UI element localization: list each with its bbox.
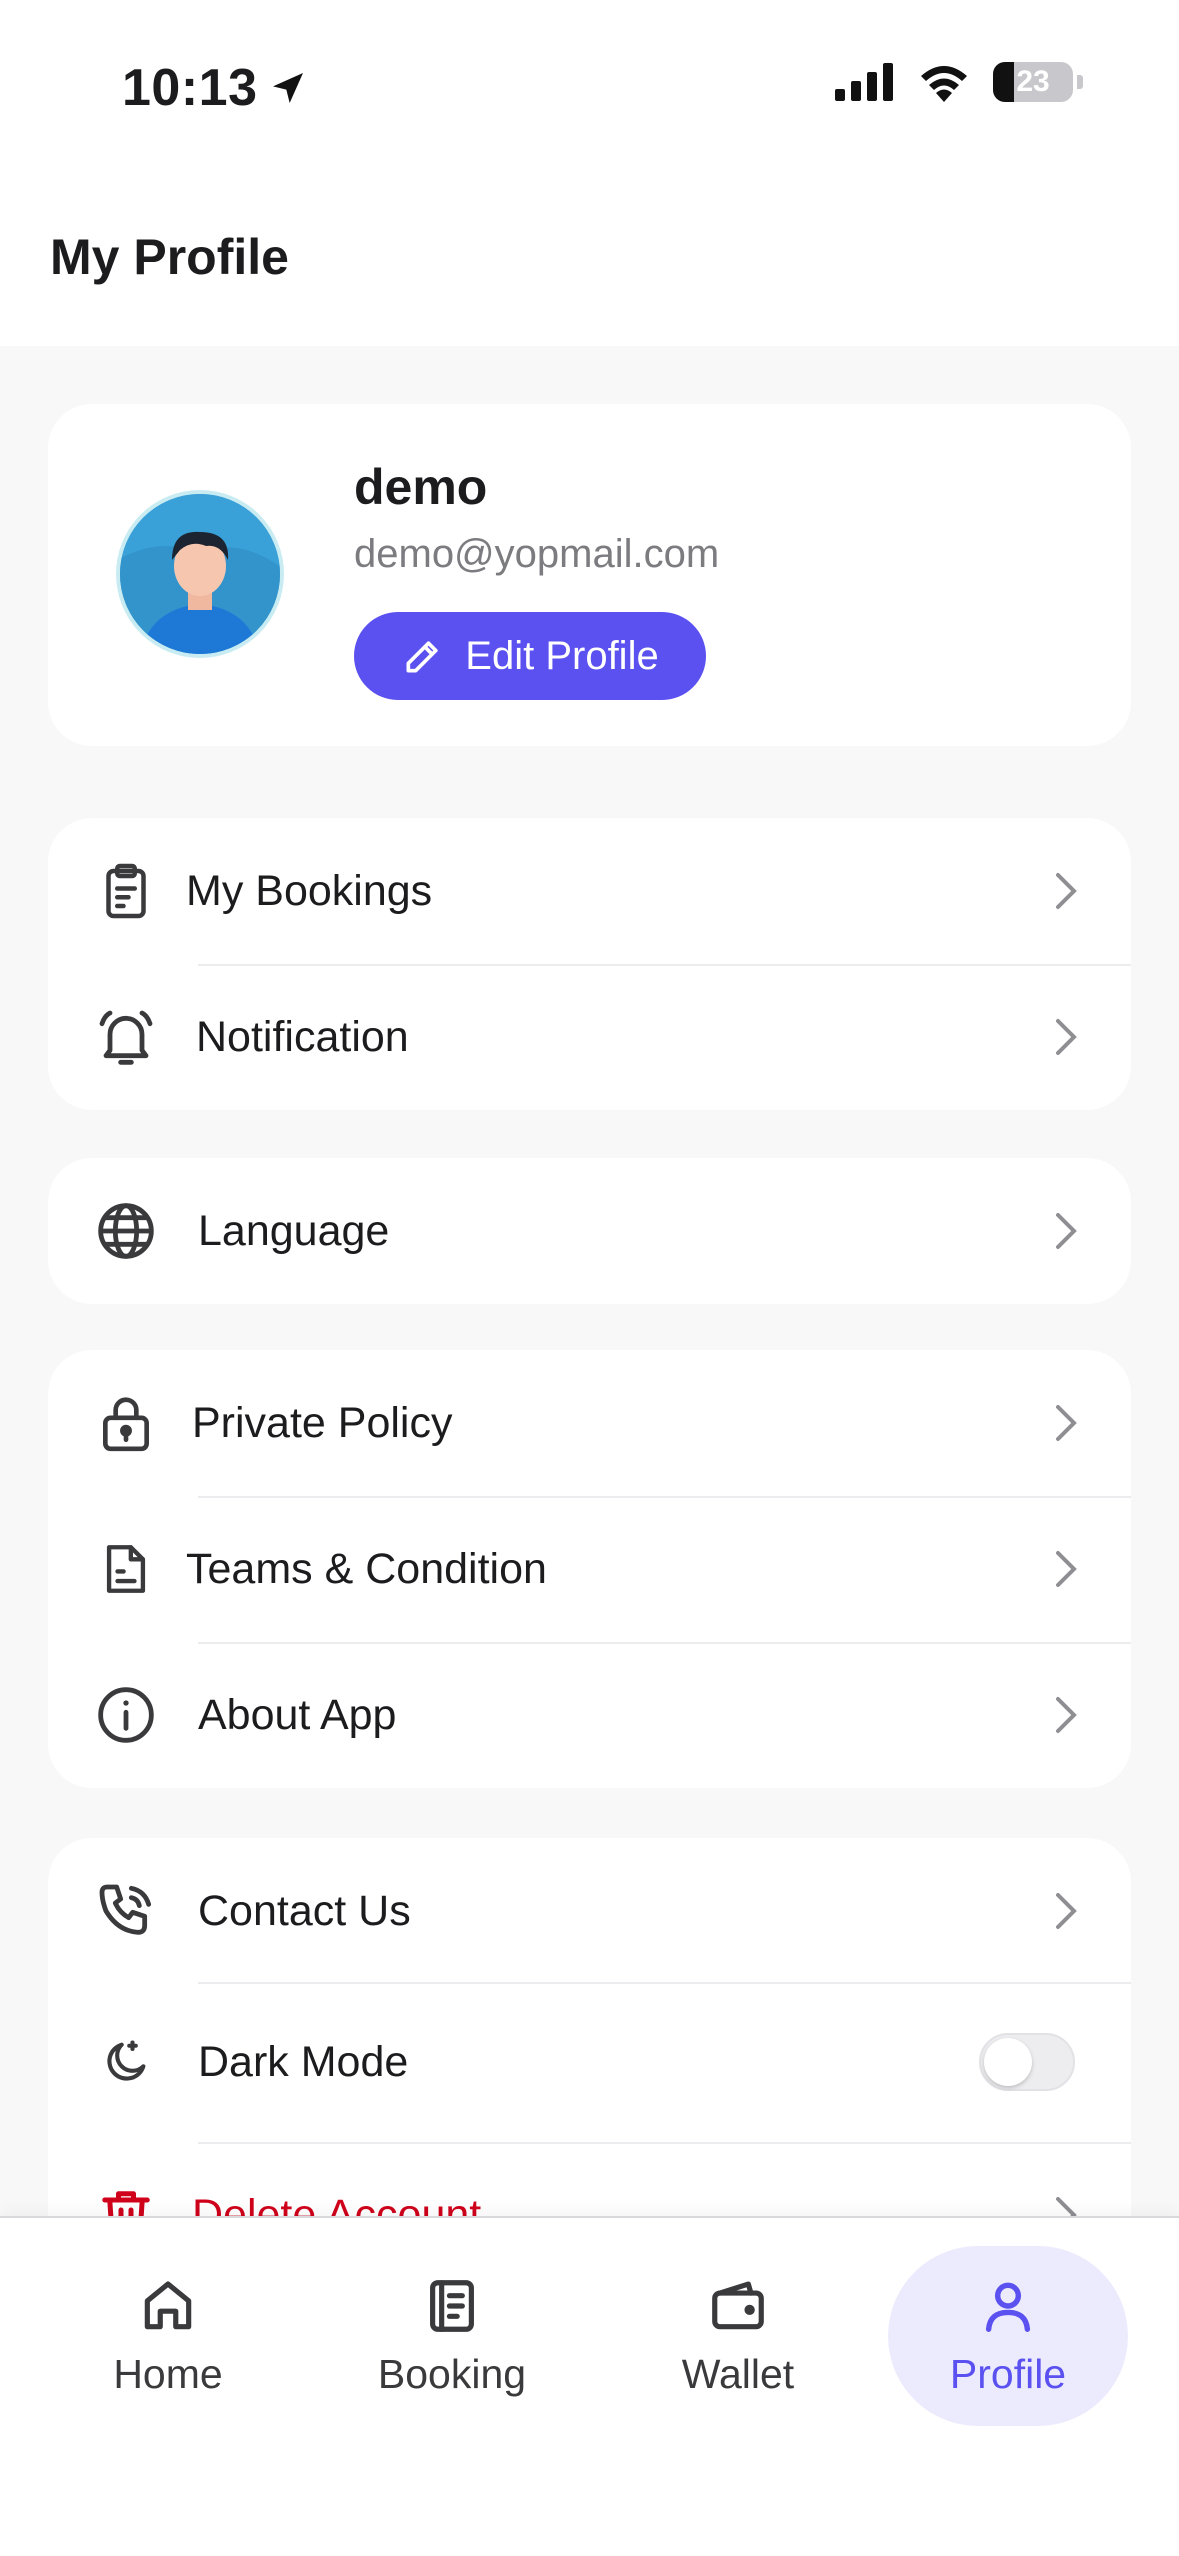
menu-label-about-app: About App — [198, 1690, 397, 1739]
edit-profile-button[interactable]: Edit Profile — [354, 612, 706, 700]
chevron-right-icon — [1056, 1551, 1077, 1587]
wifi-icon — [921, 66, 967, 102]
clipboard-icon — [90, 855, 162, 927]
top-area: 10:13 23 My Profile — [0, 0, 1179, 346]
menu-item-notification[interactable]: Notification — [48, 964, 1131, 1110]
menu-label-language: Language — [198, 1206, 390, 1255]
nav-home-label: Home — [113, 2350, 223, 2397]
chevron-right-icon — [1056, 1019, 1077, 1055]
chevron-right-icon — [1056, 1697, 1077, 1733]
menu-item-my-bookings[interactable]: My Bookings — [48, 818, 1131, 964]
chevron-right-icon — [1056, 873, 1077, 909]
nav-home[interactable]: Home — [48, 2246, 288, 2426]
battery-nub — [1077, 75, 1083, 89]
document-icon — [90, 1533, 162, 1605]
info-icon — [90, 1679, 162, 1751]
battery-indicator: 23 — [993, 62, 1073, 102]
menu-label-my-bookings: My Bookings — [186, 866, 433, 915]
lock-icon — [90, 1387, 162, 1459]
nav-profile[interactable]: Profile — [888, 2246, 1128, 2426]
toggle-knob — [984, 2038, 1032, 2086]
user-name: demo — [354, 459, 488, 515]
avatar-illustration — [120, 494, 280, 654]
menu-label-private-policy: Private Policy — [192, 1398, 453, 1447]
profile-card: demo demo@yopmail.com Edit Profile — [48, 404, 1131, 746]
dark-mode-toggle[interactable] — [979, 2033, 1075, 2091]
nav-wallet-label: Wallet — [681, 2350, 795, 2397]
phone-call-icon — [90, 1875, 162, 1947]
menu-group-language: Language — [48, 1158, 1131, 1304]
edit-profile-label: Edit Profile — [465, 633, 659, 678]
menu-item-private-policy[interactable]: Private Policy — [48, 1350, 1131, 1496]
menu-item-language[interactable]: Language — [48, 1158, 1131, 1304]
page-title: My Profile — [50, 229, 289, 285]
wallet-icon — [712, 2280, 764, 2329]
menu-item-contact-us[interactable]: Contact Us — [48, 1838, 1131, 1984]
menu-label-teams-condition: Teams & Condition — [186, 1544, 547, 1593]
menu-label-contact-us: Contact Us — [198, 1886, 411, 1935]
user-email: demo@yopmail.com — [354, 532, 720, 576]
menu-item-teams-condition[interactable]: Teams & Condition — [48, 1496, 1131, 1642]
user-icon — [985, 2282, 1031, 2332]
menu-label-notification: Notification — [196, 1012, 409, 1061]
battery-level: 23 — [1016, 65, 1050, 98]
menu-item-dark-mode: Dark Mode — [48, 1982, 1131, 2142]
booking-book-icon — [430, 2279, 474, 2332]
cellular-signal-icon — [835, 63, 893, 101]
pencil-icon — [406, 641, 438, 673]
moon-icon — [90, 2026, 162, 2098]
bottom-nav: Home Booking Wallet Profile — [0, 2216, 1179, 2556]
profile-screen: 10:13 23 My Profile demo demo@yopmail.co… — [0, 0, 1179, 2556]
menu-label-dark-mode: Dark Mode — [198, 2037, 409, 2086]
menu-group-account: My Bookings Notification — [48, 818, 1131, 1110]
menu-group-info: Private Policy Teams & Condition About A… — [48, 1350, 1131, 1788]
chevron-right-icon — [1056, 1893, 1077, 1929]
status-time-text: 10:13 — [122, 59, 258, 117]
bell-icon — [90, 1001, 162, 1073]
home-icon — [144, 2280, 192, 2329]
nav-booking-label: Booking — [377, 2350, 527, 2397]
location-arrow-icon — [272, 73, 303, 103]
nav-profile-label: Profile — [949, 2350, 1067, 2397]
menu-item-about-app[interactable]: About App — [48, 1642, 1131, 1788]
nav-booking[interactable]: Booking — [332, 2246, 572, 2426]
chevron-right-icon — [1056, 1405, 1077, 1441]
status-indicators: 23 — [835, 62, 1083, 102]
chevron-right-icon — [1056, 1213, 1077, 1249]
globe-icon — [90, 1195, 162, 1267]
nav-wallet[interactable]: Wallet — [618, 2246, 858, 2426]
avatar[interactable] — [116, 490, 284, 658]
status-time: 10:13 — [122, 58, 308, 118]
